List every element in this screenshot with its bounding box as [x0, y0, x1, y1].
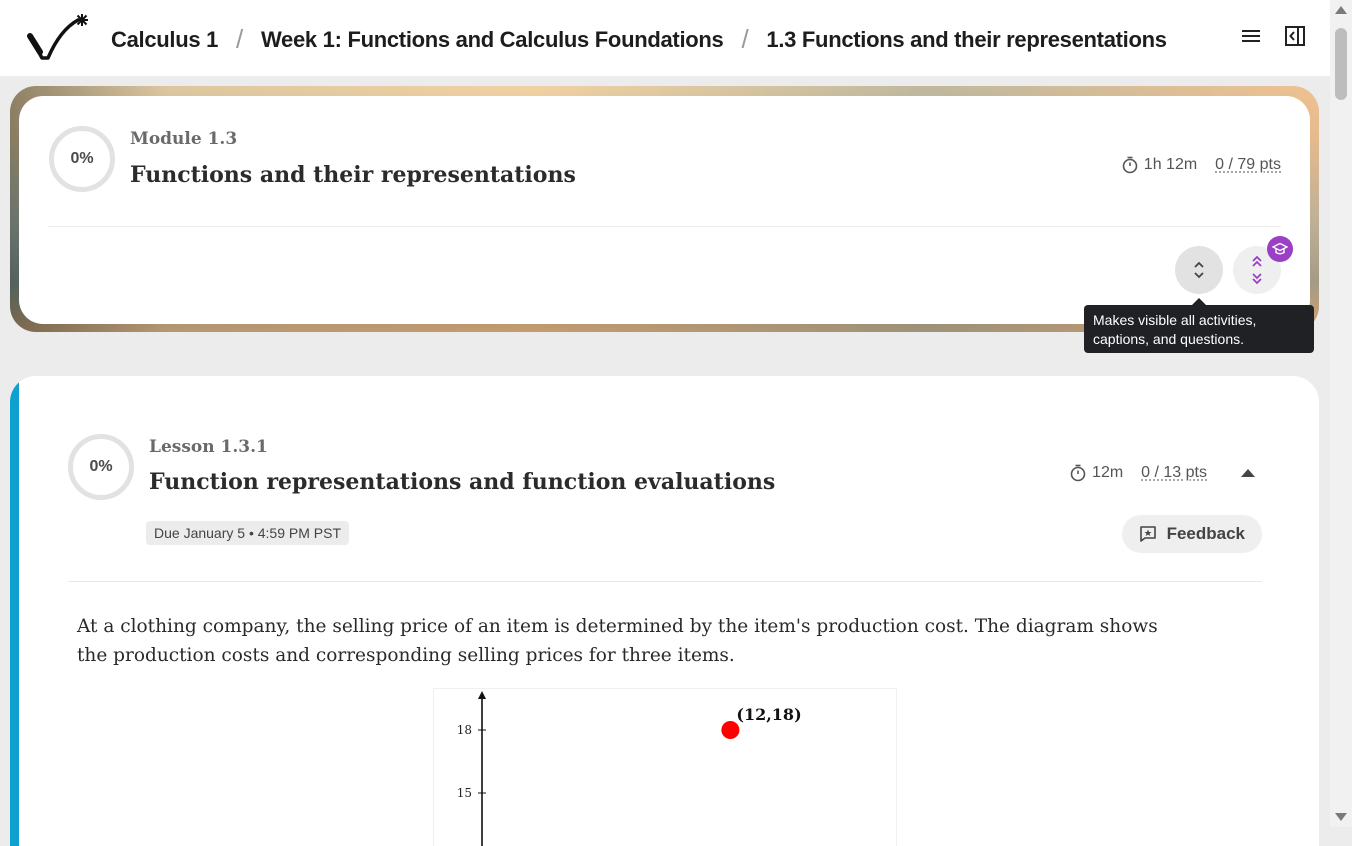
menu-icon[interactable] [1240, 25, 1262, 47]
scrollbar-thumb[interactable] [1335, 28, 1347, 100]
lesson-title: Function representations and function ev… [149, 469, 775, 495]
question-text: At a clothing company, the selling price… [77, 612, 1177, 670]
lesson-progress-value: 0% [89, 458, 112, 476]
lesson-meta: 12m 0 / 13 pts [1070, 464, 1255, 482]
scrollbar[interactable] [1330, 0, 1352, 827]
timer-icon [1122, 156, 1138, 174]
breadcrumb: Calculus 1 / Week 1: Functions and Calcu… [111, 24, 1167, 55]
divider [68, 581, 1262, 582]
feedback-star-icon [1139, 525, 1157, 543]
module-meta: 1h 12m 0 / 79 pts [1122, 156, 1281, 174]
divider [48, 226, 1281, 227]
module-card: 0% Module 1.3 Functions and their repres… [19, 96, 1310, 324]
lesson-points: 0 / 13 pts [1141, 464, 1207, 482]
breadcrumb-week[interactable]: Week 1: Functions and Calculus Foundatio… [261, 27, 724, 53]
top-bar: Calculus 1 / Week 1: Functions and Calcu… [0, 0, 1330, 76]
lesson-number: Lesson 1.3.1 [149, 437, 268, 457]
collapse-all-button[interactable] [1175, 246, 1223, 294]
module-progress-value: 0% [70, 150, 93, 168]
scroll-up-arrow-icon[interactable] [1335, 6, 1347, 14]
module-title: Functions and their representations [130, 162, 576, 188]
module-points: 0 / 79 pts [1215, 156, 1281, 174]
scatter-diagram: 18 15 (12,18) [433, 688, 897, 846]
module-number: Module 1.3 [130, 129, 237, 149]
data-point-label: (12,18) [736, 705, 801, 724]
collapse-lesson-caret-icon[interactable] [1241, 469, 1255, 477]
y-tick-label: 18 [457, 723, 472, 737]
feedback-button[interactable]: Feedback [1122, 515, 1262, 553]
breadcrumb-course[interactable]: Calculus 1 [111, 27, 218, 53]
chevron-up-down-icon [1192, 259, 1206, 281]
due-date-badge: Due January 5 • 4:59 PM PST [146, 521, 349, 545]
breadcrumb-separator: / [741, 24, 748, 55]
logo[interactable] [26, 12, 92, 62]
lesson-duration: 12m [1092, 464, 1123, 482]
feedback-label: Feedback [1167, 524, 1245, 544]
y-tick-label: 15 [457, 786, 472, 800]
lesson-progress-ring: 0% [68, 434, 134, 500]
y-axis-arrow [478, 691, 486, 699]
breadcrumb-module[interactable]: 1.3 Functions and their representations [766, 27, 1166, 53]
breadcrumb-separator: / [236, 24, 243, 55]
double-chevron-icon [1250, 255, 1264, 285]
chart-svg: 18 15 (12,18) [434, 689, 898, 846]
graduation-cap-icon [1267, 236, 1293, 262]
scroll-down-arrow-icon[interactable] [1335, 813, 1347, 821]
lesson-accent-bar [10, 376, 19, 846]
lesson-card: 0% Lesson 1.3.1 Function representations… [10, 376, 1319, 846]
module-progress-ring: 0% [49, 126, 115, 192]
expand-tooltip: Makes visible all activities, captions, … [1084, 305, 1314, 353]
module-duration: 1h 12m [1144, 156, 1197, 174]
sidebar-toggle-icon[interactable] [1284, 25, 1306, 47]
timer-icon [1070, 464, 1086, 482]
